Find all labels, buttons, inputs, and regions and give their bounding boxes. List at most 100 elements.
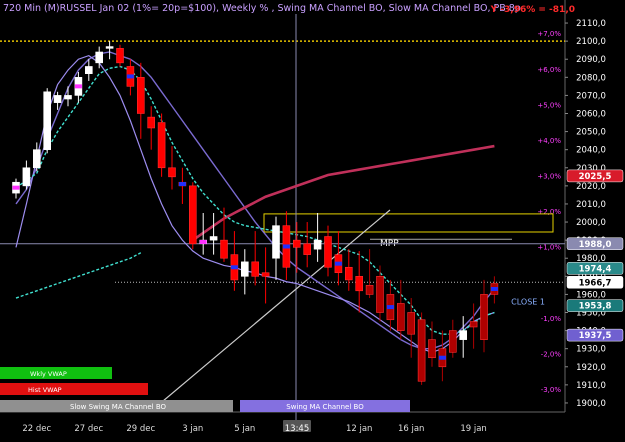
candle-body[interactable] bbox=[168, 167, 176, 178]
slow-moving-average-line bbox=[192, 144, 495, 242]
candle-marker bbox=[282, 244, 290, 249]
chart-title: 720 Min (M)RUSSEL Jan 02 (1%= 20p=$100),… bbox=[3, 3, 521, 14]
time-tick-label: 5 jan bbox=[234, 424, 255, 434]
candle-body[interactable] bbox=[189, 185, 197, 245]
candle-body[interactable] bbox=[22, 167, 31, 187]
price-tick-label: 2010,0 bbox=[576, 200, 606, 210]
candle-body[interactable] bbox=[43, 91, 52, 150]
time-tick-label: 16 jan bbox=[398, 424, 424, 434]
candle-body[interactable] bbox=[365, 285, 374, 295]
percent-tick-label: +4,0% bbox=[537, 137, 561, 145]
candle-body[interactable] bbox=[137, 77, 145, 114]
percent-tick-label: +1,0% bbox=[537, 244, 561, 252]
candle-body[interactable] bbox=[303, 243, 312, 255]
candle-marker bbox=[386, 305, 394, 310]
wkly-vwap-label: Wkly VWAP bbox=[30, 370, 67, 378]
price-tick-label: 2060,0 bbox=[576, 110, 606, 120]
percent-tick-label: +5,0% bbox=[537, 101, 561, 109]
candle-body[interactable] bbox=[116, 48, 124, 64]
candle-body[interactable] bbox=[53, 95, 62, 103]
candle-body[interactable] bbox=[272, 225, 280, 259]
price-tick-label: 2110,0 bbox=[576, 19, 606, 29]
candle-marker bbox=[74, 84, 82, 89]
candle-body[interactable] bbox=[480, 294, 488, 340]
percent-tick-label: +7,0% bbox=[537, 30, 561, 38]
hist-vwap-badge bbox=[0, 383, 148, 395]
candle-body[interactable] bbox=[241, 261, 249, 277]
price-tick-label: 1960,0 bbox=[576, 290, 606, 300]
slow-ma-channel-line bbox=[15, 51, 495, 350]
candle-body[interactable] bbox=[220, 239, 228, 259]
price-marker-label: 1974,4 bbox=[579, 264, 612, 274]
price-tick-label: 1930,0 bbox=[576, 345, 606, 355]
time-tick-label: 27 dec bbox=[74, 424, 103, 434]
price-tick-label: 2100,0 bbox=[576, 37, 606, 47]
chart-plot[interactable]: 2110,0 2100,0 2090,0 2080,0 2070,0 2060,0 2050… bbox=[0, 0, 625, 438]
candle-body[interactable] bbox=[469, 321, 478, 328]
price-tick-label: 1920,0 bbox=[576, 363, 606, 373]
price-marker-label: 2025,5 bbox=[579, 172, 612, 182]
candle-body[interactable] bbox=[448, 330, 457, 353]
hist-vwap-label: Hist VWAP bbox=[28, 386, 62, 394]
price-tick-label: 2040,0 bbox=[576, 146, 606, 156]
candle-marker bbox=[438, 355, 446, 360]
time-tick-label: 22 dec bbox=[22, 424, 51, 434]
percent-tick-label: -1,0% bbox=[541, 315, 562, 323]
price-tick-label: 2070,0 bbox=[576, 91, 606, 101]
cursor-readout: Y -3,96% = -81,0 bbox=[490, 5, 575, 15]
vwap-line bbox=[15, 252, 142, 299]
candle-body[interactable] bbox=[209, 236, 218, 241]
price-tick-label: 1910,0 bbox=[576, 381, 606, 391]
candle-body[interactable] bbox=[292, 239, 301, 248]
candle-body[interactable] bbox=[32, 149, 41, 169]
candle-body[interactable] bbox=[376, 276, 384, 313]
price-tick-label: 1900,0 bbox=[576, 399, 606, 409]
price-tick-label: 2090,0 bbox=[576, 55, 606, 65]
time-tick-label: 12 jan bbox=[346, 424, 372, 434]
swing-channel-label: Swing MA Channel BO bbox=[286, 403, 364, 411]
candle-marker bbox=[199, 239, 207, 244]
price-tick-label: 2080,0 bbox=[576, 73, 606, 83]
candle-body[interactable] bbox=[261, 272, 270, 277]
candle-body[interactable] bbox=[417, 319, 426, 382]
candle-marker bbox=[126, 74, 134, 79]
price-marker-label: 1937,5 bbox=[579, 331, 612, 341]
candle-body[interactable] bbox=[407, 312, 416, 335]
time-tick-label: 19 jan bbox=[460, 424, 486, 434]
swing-ma-channel-line bbox=[15, 54, 495, 353]
candle-body[interactable] bbox=[85, 66, 93, 75]
candle-body[interactable] bbox=[428, 339, 436, 359]
price-tick-label: 2000,0 bbox=[576, 218, 606, 228]
candle-marker bbox=[490, 286, 498, 291]
candle-body[interactable] bbox=[355, 276, 364, 292]
candle-body[interactable] bbox=[105, 46, 114, 49]
candle-body[interactable] bbox=[95, 51, 103, 64]
percent-tick-label: +2,0% bbox=[537, 208, 561, 216]
candle-body[interactable] bbox=[396, 303, 405, 331]
price-marker-label: 1988,0 bbox=[579, 240, 612, 250]
candle-body[interactable] bbox=[157, 122, 166, 169]
candle-marker bbox=[178, 182, 186, 187]
percent-tick-label: +6,0% bbox=[537, 66, 561, 74]
time-tick-label: 3 jan bbox=[182, 424, 203, 434]
percent-tick-label: -2,0% bbox=[541, 350, 562, 358]
pullback-line bbox=[15, 65, 495, 335]
candle-body[interactable] bbox=[251, 261, 259, 277]
time-tick-label: 29 dec bbox=[126, 424, 155, 434]
chart-window[interactable]: 2110,0 2100,0 2090,0 2080,0 2070,0 2060,0 2050… bbox=[0, 0, 625, 438]
candle-body[interactable] bbox=[147, 116, 155, 129]
price-tick-label: 2050,0 bbox=[576, 128, 606, 138]
price-marker-label: 1966,7 bbox=[579, 278, 612, 288]
percent-tick-label: -3,0% bbox=[541, 386, 562, 394]
candle-body[interactable] bbox=[324, 236, 332, 268]
candle-body[interactable] bbox=[313, 239, 322, 250]
price-tick-label: 2020,0 bbox=[576, 182, 606, 192]
candle-marker bbox=[334, 261, 342, 266]
percent-tick-label: +3,0% bbox=[537, 173, 561, 181]
candle-body[interactable] bbox=[344, 266, 353, 281]
price-marker-label: 1953,8 bbox=[579, 302, 612, 312]
time-tick-label: 13:45 bbox=[285, 424, 310, 434]
candle-marker bbox=[230, 265, 238, 270]
candle-body[interactable] bbox=[459, 330, 468, 340]
candle-body[interactable] bbox=[64, 95, 72, 100]
